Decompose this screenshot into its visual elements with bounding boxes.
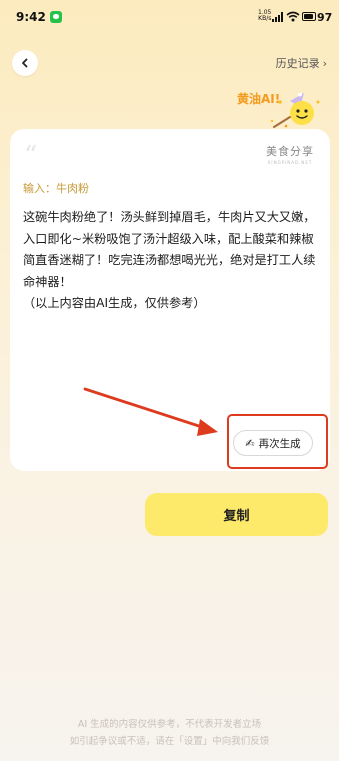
disclaimer-line-2: 如引起争议或不适，请在「设置」中向我们反馈 — [69, 736, 270, 747]
disclaimer: AI 生成的内容仅供参考，不代表开发者立场 如引起争议或不适，请在「设置」中向我… — [0, 716, 339, 750]
disclaimer-line-1: AI 生成的内容仅供参考，不代表开发者立场 — [77, 719, 262, 730]
copy-button[interactable]: 复制 — [145, 493, 328, 536]
copy-label: 复制 — [223, 509, 250, 524]
annotation-arrow-icon — [83, 387, 218, 436]
